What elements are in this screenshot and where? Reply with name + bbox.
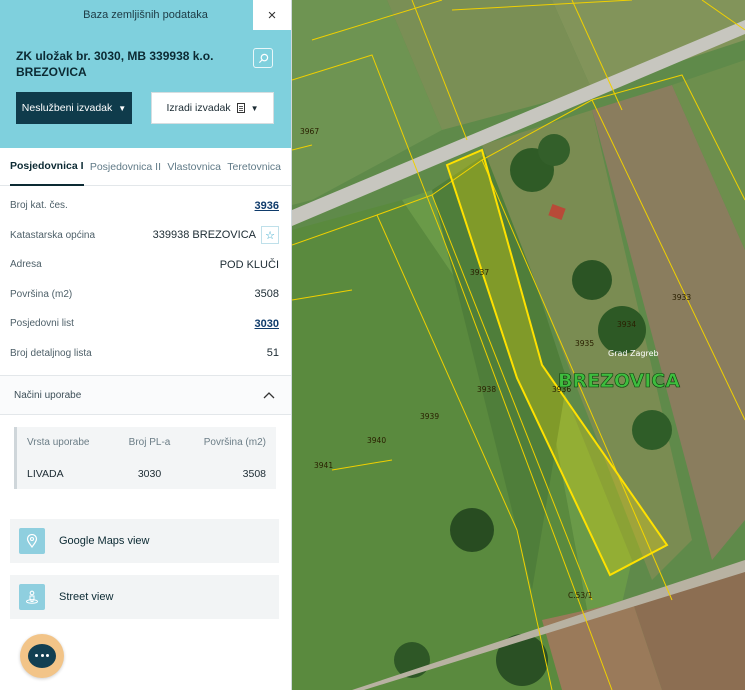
usage-col-pl: Broj PL-a	[128, 437, 171, 448]
info-row-address: Adresa POD KLUČI	[10, 250, 279, 280]
address-value: POD KLUČI	[219, 258, 279, 271]
usage-area-cell: 3508	[242, 468, 266, 480]
street-view-icon	[19, 584, 45, 610]
caret-down-icon: ▼	[118, 103, 127, 113]
parcel-label: 3937	[470, 268, 489, 277]
record-header: ZK uložak br. 3030, MB 339938 k.o. BREZO…	[0, 30, 291, 148]
search-button[interactable]	[253, 48, 273, 68]
chat-icon	[28, 644, 56, 668]
parcel-label: 3938	[477, 385, 496, 394]
parcel-label: C.53/1	[568, 591, 593, 600]
caret-down-icon: ▼	[250, 103, 259, 113]
unofficial-extract-button[interactable]: Neslužbeni izvadak ▼	[16, 92, 132, 124]
parcel-number-link[interactable]: 3936	[255, 200, 279, 212]
header-actions: Neslužbeni izvadak ▼ Izradi izvadak ▼	[16, 92, 275, 124]
google-maps-view-button[interactable]: Google Maps view	[10, 519, 279, 563]
usage-col-type: Vrsta uporabe	[27, 437, 90, 448]
google-maps-view-label: Google Maps view	[59, 535, 150, 547]
map-pin-icon	[19, 528, 45, 554]
usage-pl-cell: 3030	[137, 468, 162, 480]
create-extract-label: Izradi izvadak	[166, 102, 231, 114]
usage-col-area: Površina (m2)	[203, 437, 266, 448]
place-label-settlement: BREZOVICA	[558, 370, 680, 392]
street-view-button[interactable]: Street view	[10, 575, 279, 619]
info-label: Adresa	[10, 259, 42, 271]
parcel-label: 3941	[314, 461, 333, 470]
tab-teretovnica[interactable]: Teretovnica	[227, 148, 281, 186]
info-label: Površina (m2)	[10, 288, 73, 300]
unofficial-extract-label: Neslužbeni izvadak	[21, 102, 113, 114]
usage-table: Vrsta uporabe Broj PL-a Površina (m2) LI…	[14, 427, 276, 489]
document-icon	[236, 103, 245, 113]
usage-section-title: Načini uporabe	[14, 389, 82, 401]
record-title: ZK uložak br. 3030, MB 339938 k.o. BREZO…	[16, 49, 214, 79]
parcel-label: 3933	[672, 293, 691, 302]
panel-title: Baza zemljišnih podataka	[83, 9, 208, 21]
area-value: 3508	[254, 288, 279, 301]
cadastral-municipality-text: 339938 BREZOVICA	[152, 229, 256, 242]
close-button[interactable]: ×	[253, 0, 291, 30]
satellite-map[interactable]: 3967 3937 3933 3934 3935 3938 3936 3939 …	[292, 0, 745, 690]
info-row-detail-sheet: Broj detaljnog lista 51	[10, 339, 279, 369]
map-canvas[interactable]: 3967 3937 3933 3934 3935 3938 3936 3939 …	[292, 0, 745, 690]
info-label: Broj kat. čes.	[10, 200, 68, 212]
info-label: Posjedovni list	[10, 318, 74, 330]
info-row-parcel-number: Broj kat. čes. 3936	[10, 191, 279, 221]
app-root: Baza zemljišnih podataka × ZK uložak br.…	[0, 0, 745, 690]
info-label: Broj detaljnog lista	[10, 347, 92, 359]
usage-type-cell: LIVADA	[27, 468, 64, 480]
star-icon[interactable]: ☆	[261, 226, 279, 245]
chat-button[interactable]	[20, 634, 64, 678]
close-icon: ×	[267, 6, 277, 24]
usage-table-header: Vrsta uporabe Broj PL-a Površina (m2)	[27, 437, 266, 448]
parcel-label: 3967	[300, 127, 319, 136]
usage-section-toggle[interactable]: Načini uporabe	[0, 375, 291, 415]
tab-posjedovnica-2[interactable]: Posjedovnica II	[90, 148, 161, 186]
record-tabs: Posjedovnica I Posjedovnica II Vlastovni…	[0, 148, 291, 186]
place-label-city: Grad Zagreb	[608, 349, 659, 358]
table-row: LIVADA 3030 3508	[27, 468, 266, 480]
detail-sheet-value: 51	[266, 347, 279, 360]
chevron-up-icon	[263, 392, 275, 399]
street-view-label: Street view	[59, 591, 114, 603]
tab-posjedovnica-1[interactable]: Posjedovnica I	[10, 148, 84, 186]
info-panel: Baza zemljišnih podataka × ZK uložak br.…	[0, 0, 292, 690]
info-label: Katastarska općina	[10, 229, 96, 241]
parcel-label: 3934	[617, 320, 636, 329]
create-extract-button[interactable]: Izradi izvadak ▼	[151, 92, 274, 124]
possession-sheet-link[interactable]: 3030	[255, 318, 279, 330]
info-row-possession-sheet: Posjedovni list 3030	[10, 309, 279, 339]
parcel-label: 3935	[575, 339, 594, 348]
info-row-area: Površina (m2) 3508	[10, 280, 279, 310]
parcel-label: 3940	[367, 436, 386, 445]
search-icon	[258, 53, 268, 63]
panel-topbar: Baza zemljišnih podataka ×	[0, 0, 291, 30]
tab-vlastovnica[interactable]: Vlastovnica	[167, 148, 221, 186]
info-row-cadastral-municipality: Katastarska općina 339938 BREZOVICA ☆	[10, 221, 279, 251]
cadastral-municipality-value: 339938 BREZOVICA ☆	[152, 226, 279, 245]
parcel-label: 3939	[420, 412, 439, 421]
parcel-info-list: Broj kat. čes. 3936 Katastarska općina 3…	[0, 186, 291, 368]
